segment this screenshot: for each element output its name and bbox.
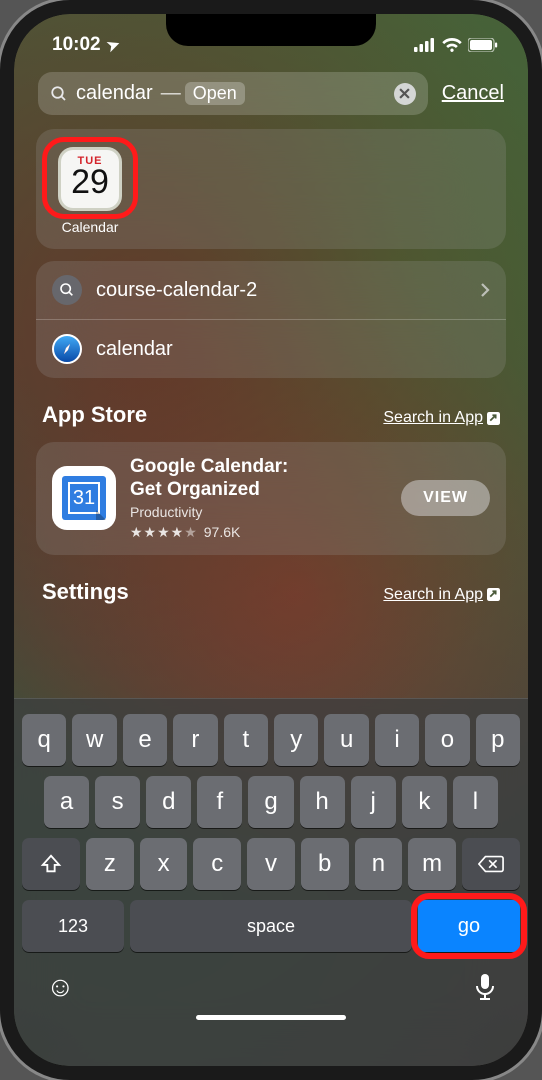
cancel-button[interactable]: Cancel [442,82,504,105]
suggestion-label: course-calendar-2 [96,279,466,302]
suggestion-row[interactable]: course-calendar-2 [36,261,506,319]
mic-icon [474,973,496,1001]
key-h[interactable]: h [300,776,345,828]
keyboard: qwertyuiop asdfghjkl zxcvbnm 123 space g… [14,698,528,1066]
key-j[interactable]: j [351,776,396,828]
open-hint-dash: — [161,82,181,105]
wifi-icon [442,38,462,52]
cell-signal-icon [414,38,436,52]
key-z[interactable]: z [86,838,134,890]
key-y[interactable]: y [274,714,318,766]
safari-icon [52,334,82,364]
search-query-text: calendar [76,82,153,105]
key-q[interactable]: q [22,714,66,766]
shift-icon [40,853,62,875]
search-in-app-link[interactable]: Search in App [383,586,500,604]
key-f[interactable]: f [197,776,242,828]
emoji-key[interactable]: ☺ [46,971,75,1003]
calendar-icon-day: 29 [71,165,109,199]
key-c[interactable]: c [193,838,241,890]
external-icon [487,412,500,425]
search-in-app-link[interactable]: Search in App [383,409,500,427]
section-link-label: Search in App [383,586,483,604]
key-g[interactable]: g [248,776,293,828]
search-icon [52,275,82,305]
numbers-key[interactable]: 123 [22,900,124,952]
suggestion-label: calendar [96,338,490,361]
section-header-appstore: App Store Search in App [14,386,528,434]
spotlight-search-field[interactable]: calendar — Open [38,72,428,115]
section-title: Settings [42,579,129,605]
delete-icon [478,854,504,874]
key-b[interactable]: b [301,838,349,890]
key-w[interactable]: w [72,714,116,766]
app-result-label: Calendar [62,219,119,235]
key-u[interactable]: u [324,714,368,766]
top-apps-card: TUE 29 Calendar [36,129,506,249]
screen: 10:02 ➤ calendar — Open Cancel [14,14,528,1066]
store-item-name: Google Calendar: Get Organized [130,456,387,502]
suggestions-card: course-calendar-2 calendar [36,261,506,378]
location-arrow-icon: ➤ [104,34,122,55]
key-d[interactable]: d [146,776,191,828]
key-p[interactable]: p [476,714,520,766]
key-a[interactable]: a [44,776,89,828]
key-x[interactable]: x [140,838,188,890]
store-item-rating: ★★★★★ 97.6K [130,524,387,541]
delete-key[interactable] [462,838,520,890]
home-indicator[interactable] [196,1015,346,1020]
status-time: 10:02 [52,34,101,56]
notch [166,14,376,46]
clear-search-button[interactable] [394,83,416,105]
star-icons: ★★★★★ [130,524,198,541]
key-l[interactable]: l [453,776,498,828]
dictation-key[interactable] [474,973,496,1001]
key-t[interactable]: t [224,714,268,766]
google-calendar-icon: 31 [52,466,116,530]
key-i[interactable]: i [375,714,419,766]
appstore-result-card[interactable]: 31 Google Calendar: Get Organized Produc… [36,442,506,555]
battery-icon [468,38,498,52]
view-button[interactable]: VIEW [401,480,490,516]
key-o[interactable]: o [425,714,469,766]
section-link-label: Search in App [383,409,483,427]
space-key[interactable]: space [130,900,412,952]
key-v[interactable]: v [247,838,295,890]
search-icon [50,85,68,103]
calendar-app-icon: TUE 29 [58,147,122,211]
go-key-label: go [458,915,480,938]
key-m[interactable]: m [408,838,456,890]
key-e[interactable]: e [123,714,167,766]
store-item-category: Productivity [130,504,387,520]
key-k[interactable]: k [402,776,447,828]
app-result-calendar[interactable]: TUE 29 Calendar [52,147,128,235]
key-s[interactable]: s [95,776,140,828]
external-icon [487,588,500,601]
phone-frame: 10:02 ➤ calendar — Open Cancel [0,0,542,1080]
key-n[interactable]: n [355,838,403,890]
section-header-settings: Settings Search in App [14,563,528,619]
shift-key[interactable] [22,838,80,890]
suggestion-row[interactable]: calendar [36,319,506,378]
x-icon [399,88,410,99]
rating-count: 97.6K [204,524,241,540]
chevron-right-icon [480,282,490,298]
open-hint-chip[interactable]: Open [185,82,245,105]
section-title: App Store [42,402,147,428]
key-r[interactable]: r [173,714,217,766]
go-key[interactable]: go [418,900,520,952]
